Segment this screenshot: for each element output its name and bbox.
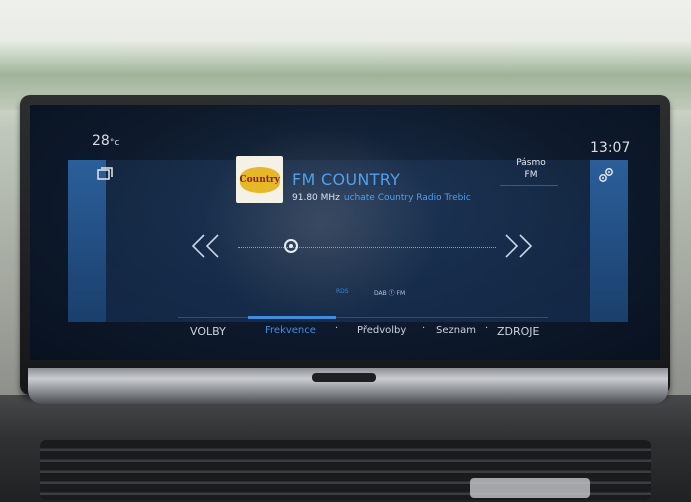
band-value: FM xyxy=(524,170,538,180)
seek-forward-button[interactable] xyxy=(502,231,534,269)
temperature-unit: °c xyxy=(109,138,120,148)
media-source-icon[interactable] xyxy=(97,167,113,185)
station-info: 91.80 MHz uchate Country Radio Trebic xyxy=(292,193,471,203)
clock: 13:07 xyxy=(590,140,631,156)
tab-volby[interactable]: VOLBY xyxy=(190,325,226,338)
band-label: Pásmo xyxy=(516,158,546,168)
seek-back-button[interactable] xyxy=(190,231,222,269)
frequency-tuner-track[interactable] xyxy=(238,247,496,248)
band-underline xyxy=(500,185,558,186)
station-name: FM COUNTRY xyxy=(292,170,401,189)
station-logo-text: Country xyxy=(239,166,280,193)
temperature-readout: 28°c xyxy=(92,133,119,149)
settings-gear-icon[interactable] xyxy=(598,167,614,187)
temperature-value: 28 xyxy=(92,133,110,149)
tab-seznam[interactable]: Seznam xyxy=(436,325,476,336)
tab-frekvence[interactable]: Frekvence xyxy=(265,325,316,336)
station-logo: Country xyxy=(236,156,283,203)
tab-separator: · xyxy=(335,323,339,334)
active-tab-indicator xyxy=(248,316,336,319)
frequency-tuner-dot xyxy=(289,244,293,248)
tab-separator: · xyxy=(422,323,426,334)
tab-separator: · xyxy=(485,323,489,334)
rds-indicator[interactable]: RDS xyxy=(336,288,349,295)
band-selector[interactable]: Pásmo FM xyxy=(508,157,554,181)
infotainment-screen: 28°c 13:07 Country FM COUNTRY 91.80 MHz u… xyxy=(30,105,660,360)
chrome-notch xyxy=(312,373,376,382)
dab-fm-indicator[interactable]: DAB ⓕ FM xyxy=(374,288,405,297)
air-vent-knob xyxy=(470,478,590,498)
station-frequency: 91.80 MHz xyxy=(292,193,340,203)
tab-zdroje[interactable]: ZDROJE xyxy=(497,325,540,338)
radio-text: uchate Country Radio Trebic xyxy=(343,193,471,203)
tab-bar-line xyxy=(178,317,548,318)
tab-predvolby[interactable]: Předvolby xyxy=(357,325,406,336)
